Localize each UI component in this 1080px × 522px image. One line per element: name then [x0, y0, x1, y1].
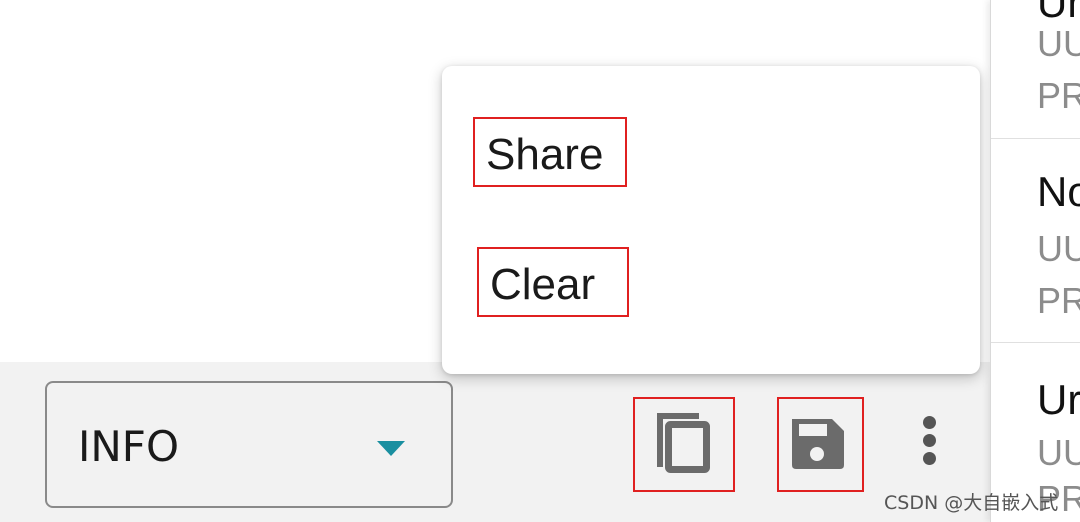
floppy-disk-icon — [792, 419, 844, 469]
menu-item-label: Share — [486, 130, 604, 179]
watermark-text: CSDN @大自嵌入式 — [884, 492, 1059, 514]
log-level-value: INFO — [78, 422, 180, 471]
device-uuid: UU — [1037, 228, 1080, 269]
save-button[interactable] — [777, 397, 864, 492]
device-name: No — [1037, 168, 1080, 215]
device-uuid: UU — [1037, 432, 1080, 473]
menu-item-share[interactable]: Share — [473, 117, 627, 187]
device-list-item[interactable]: No UU PR — [991, 139, 1080, 342]
device-name: Ur — [1037, 376, 1080, 423]
caret-down-icon — [377, 441, 405, 456]
copy-icon — [657, 413, 710, 473]
more-options-button[interactable] — [906, 410, 954, 472]
copy-button[interactable] — [633, 397, 735, 492]
overflow-menu: Share Clear — [442, 66, 980, 374]
menu-item-clear[interactable]: Clear — [477, 247, 629, 317]
device-uuid: UU — [1037, 23, 1080, 64]
device-list-panel: Un UU PR No UU PR Ur UU PR — [990, 0, 1080, 522]
device-property: PR — [1037, 280, 1080, 321]
device-list-item[interactable]: Un UU PR — [991, 0, 1080, 138]
menu-item-label: Clear — [490, 260, 596, 309]
log-level-dropdown[interactable]: INFO — [45, 381, 453, 508]
device-property: PR — [1037, 75, 1080, 116]
